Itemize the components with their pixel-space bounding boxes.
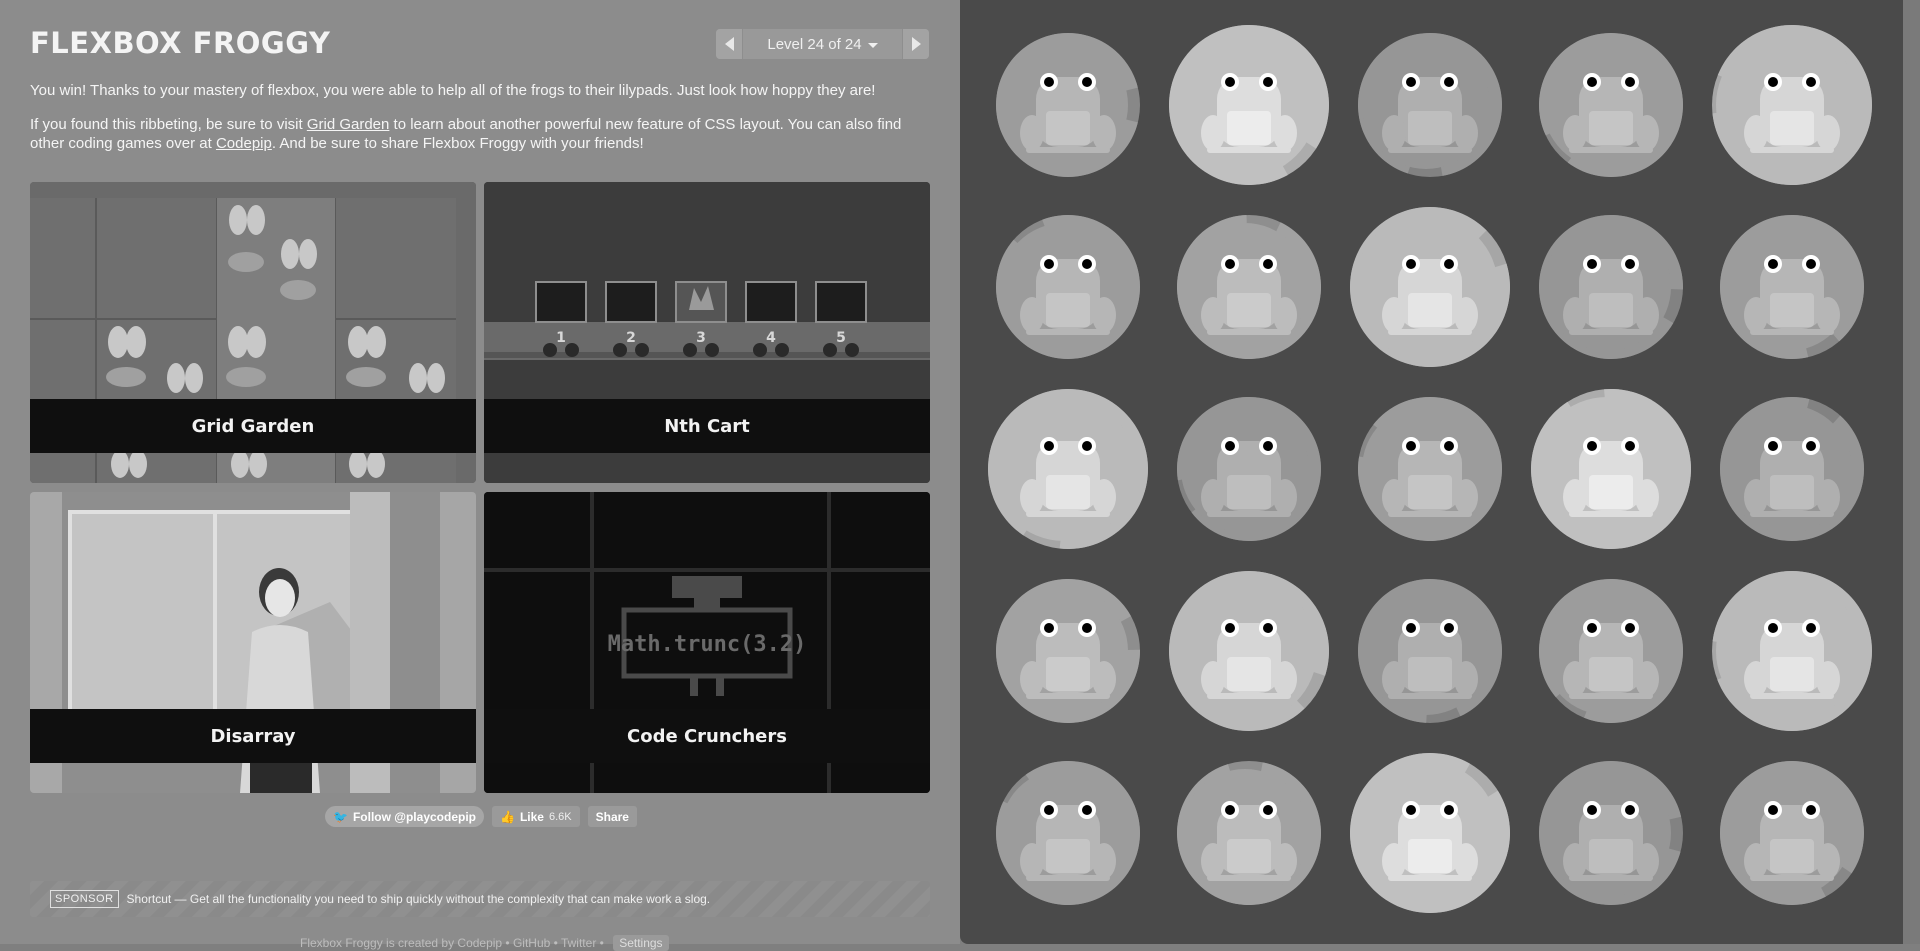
cart-number-3: 3 [696, 330, 706, 346]
cart-number-5: 5 [836, 330, 846, 346]
bird-icon: 🐦 [333, 809, 348, 824]
lilypad-with-frog [1177, 397, 1321, 541]
games-grid: Grid Garden 1 2 3 4 5 Nth Cart Disarray … [30, 182, 930, 794]
cart-number-2: 2 [626, 330, 636, 346]
sidebar: FLEXBOX FROGGY Level 24 of 24 You win! T… [0, 0, 960, 951]
lilypad-with-frog [1350, 207, 1510, 367]
level-label: Level 24 of 24 [767, 35, 862, 53]
follow-label: Follow @playcodepip [352, 809, 476, 824]
lilypad-with-frog [1350, 753, 1510, 913]
lilypad-with-frog [1720, 761, 1864, 905]
game-tile-disarray[interactable]: Disarray [30, 492, 476, 793]
caret-down-icon [867, 42, 878, 48]
lilypad-with-frog [1539, 33, 1683, 178]
lilypad-with-frog [1169, 25, 1329, 186]
game-tile-code-crunchers[interactable]: Math.trunc(3.2) Code Crunchers [484, 492, 930, 793]
lilypad-with-frog [1539, 761, 1683, 905]
like-count: 6.6K [548, 810, 572, 823]
social-buttons: 🐦 Follow @playcodepip 👍 Like 6.6K Share [325, 806, 637, 827]
game-label: Disarray [30, 709, 476, 763]
sponsor-banner[interactable]: SPONSOR Shortcut — Get all the functiona… [30, 881, 930, 917]
game-tile-nth-cart[interactable]: 1 2 3 4 5 Nth Cart [484, 182, 930, 483]
win-message: You win! Thanks to your mastery of flexb… [30, 82, 876, 99]
lilypad-with-frog [988, 389, 1148, 549]
game-label: Code Crunchers [484, 709, 930, 763]
lilypad-with-frog [1531, 389, 1691, 549]
lilypad-with-frog [996, 32, 1140, 177]
prev-level-button[interactable] [716, 29, 743, 59]
lilypad-with-frog [996, 761, 1140, 905]
thumbs-up-icon: 👍 [500, 809, 515, 824]
lilypad-with-frog [1539, 579, 1683, 723]
share-text-3: . And be sure to share Flexbox Froggy wi… [271, 135, 644, 152]
lilypad-with-frog [1539, 215, 1683, 359]
lilypad-with-frog [1720, 215, 1864, 359]
cart-number-1: 1 [556, 330, 566, 346]
pond-board [960, 0, 1903, 944]
lilypad-with-frog [1358, 33, 1502, 177]
game-label: Grid Garden [30, 399, 476, 453]
game-tile-grid-garden[interactable]: Grid Garden [30, 182, 476, 483]
sponsor-text: Shortcut — Get all the functionality you… [126, 892, 711, 906]
lilypad-with-frog [996, 215, 1140, 359]
app-title: FLEXBOX FROGGY [30, 26, 331, 60]
game-label: Nth Cart [484, 399, 930, 453]
code-snippet: Math.trunc(3.2) [608, 632, 807, 657]
lilypad-with-frog [1177, 761, 1321, 905]
scrollbar[interactable] [1903, 0, 1920, 944]
like-label: Like [519, 809, 544, 824]
like-button[interactable]: 👍 Like 6.6K [492, 806, 580, 827]
lilypad-with-frog [1169, 571, 1329, 731]
share-button[interactable]: Share [587, 806, 637, 827]
level-navigator: Level 24 of 24 [716, 29, 929, 59]
footer: Flexbox Froggy is created by Codepip • G… [300, 935, 669, 951]
sponsor-tag: SPONSOR [50, 890, 119, 908]
lilypad-with-frog [1712, 24, 1872, 185]
cart-number-4: 4 [766, 330, 776, 346]
lilypad-with-frog [1177, 215, 1321, 360]
share-label: Share [595, 809, 629, 824]
twitter-follow-button[interactable]: 🐦 Follow @playcodepip [325, 806, 484, 827]
next-level-button[interactable] [902, 29, 929, 59]
lilypad-with-frog [996, 579, 1140, 723]
grid-garden-link[interactable]: Grid Garden [307, 116, 390, 133]
triangle-right-icon [911, 37, 921, 51]
level-indicator[interactable]: Level 24 of 24 [743, 29, 902, 59]
triangle-left-icon [724, 37, 734, 51]
share-message: If you found this ribbeting, be sure to … [30, 115, 930, 153]
lilypad-with-frog [1358, 397, 1502, 541]
lilypad-with-frog [1712, 571, 1872, 731]
share-text-1: If you found this ribbeting, be sure to … [30, 116, 307, 133]
lilypad-with-frog [1358, 579, 1502, 723]
footer-text: Flexbox Froggy is created by Codepip • G… [300, 936, 604, 950]
lilypad-with-frog [1720, 397, 1864, 541]
settings-button[interactable]: Settings [613, 935, 669, 951]
codepip-link[interactable]: Codepip [216, 135, 272, 152]
